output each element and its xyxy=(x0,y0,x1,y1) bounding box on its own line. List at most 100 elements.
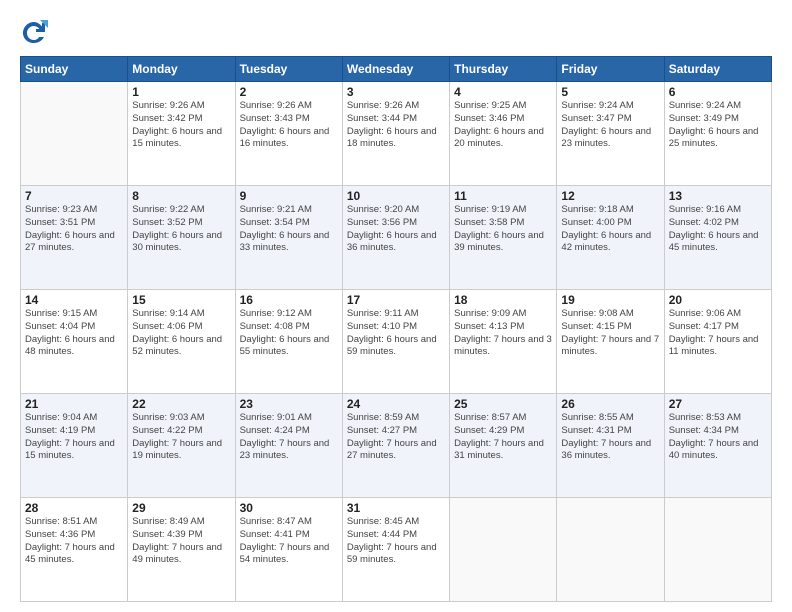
calendar-cell: 12Sunrise: 9:18 AMSunset: 4:00 PMDayligh… xyxy=(557,186,664,290)
calendar-cell: 21Sunrise: 9:04 AMSunset: 4:19 PMDayligh… xyxy=(21,394,128,498)
calendar-cell: 7Sunrise: 9:23 AMSunset: 3:51 PMDaylight… xyxy=(21,186,128,290)
calendar-cell xyxy=(21,82,128,186)
day-info: Sunrise: 9:03 AMSunset: 4:22 PMDaylight:… xyxy=(132,412,230,463)
day-number: 12 xyxy=(561,189,659,203)
calendar-cell: 31Sunrise: 8:45 AMSunset: 4:44 PMDayligh… xyxy=(342,498,449,602)
day-number: 1 xyxy=(132,85,230,99)
day-info: Sunrise: 9:26 AMSunset: 3:44 PMDaylight:… xyxy=(347,100,445,151)
calendar-week-3: 14Sunrise: 9:15 AMSunset: 4:04 PMDayligh… xyxy=(21,290,772,394)
day-info: Sunrise: 9:04 AMSunset: 4:19 PMDaylight:… xyxy=(25,412,123,463)
calendar-cell: 24Sunrise: 8:59 AMSunset: 4:27 PMDayligh… xyxy=(342,394,449,498)
calendar-cell: 14Sunrise: 9:15 AMSunset: 4:04 PMDayligh… xyxy=(21,290,128,394)
day-info: Sunrise: 9:15 AMSunset: 4:04 PMDaylight:… xyxy=(25,308,123,359)
calendar-week-1: 1Sunrise: 9:26 AMSunset: 3:42 PMDaylight… xyxy=(21,82,772,186)
calendar-cell: 2Sunrise: 9:26 AMSunset: 3:43 PMDaylight… xyxy=(235,82,342,186)
calendar-cell: 13Sunrise: 9:16 AMSunset: 4:02 PMDayligh… xyxy=(664,186,771,290)
day-info: Sunrise: 8:55 AMSunset: 4:31 PMDaylight:… xyxy=(561,412,659,463)
day-number: 16 xyxy=(240,293,338,307)
day-info: Sunrise: 9:24 AMSunset: 3:49 PMDaylight:… xyxy=(669,100,767,151)
day-number: 5 xyxy=(561,85,659,99)
day-number: 3 xyxy=(347,85,445,99)
calendar-header-row: SundayMondayTuesdayWednesdayThursdayFrid… xyxy=(21,57,772,82)
day-number: 15 xyxy=(132,293,230,307)
column-header-monday: Monday xyxy=(128,57,235,82)
page: SundayMondayTuesdayWednesdayThursdayFrid… xyxy=(0,0,792,612)
calendar-week-4: 21Sunrise: 9:04 AMSunset: 4:19 PMDayligh… xyxy=(21,394,772,498)
column-header-sunday: Sunday xyxy=(21,57,128,82)
day-info: Sunrise: 9:23 AMSunset: 3:51 PMDaylight:… xyxy=(25,204,123,255)
day-number: 18 xyxy=(454,293,552,307)
day-number: 22 xyxy=(132,397,230,411)
day-number: 8 xyxy=(132,189,230,203)
day-number: 25 xyxy=(454,397,552,411)
calendar-cell: 8Sunrise: 9:22 AMSunset: 3:52 PMDaylight… xyxy=(128,186,235,290)
column-header-friday: Friday xyxy=(557,57,664,82)
day-info: Sunrise: 8:51 AMSunset: 4:36 PMDaylight:… xyxy=(25,516,123,567)
calendar-week-2: 7Sunrise: 9:23 AMSunset: 3:51 PMDaylight… xyxy=(21,186,772,290)
calendar-cell: 30Sunrise: 8:47 AMSunset: 4:41 PMDayligh… xyxy=(235,498,342,602)
day-info: Sunrise: 9:06 AMSunset: 4:17 PMDaylight:… xyxy=(669,308,767,359)
day-info: Sunrise: 9:26 AMSunset: 3:42 PMDaylight:… xyxy=(132,100,230,151)
day-number: 24 xyxy=(347,397,445,411)
day-info: Sunrise: 8:59 AMSunset: 4:27 PMDaylight:… xyxy=(347,412,445,463)
day-info: Sunrise: 9:20 AMSunset: 3:56 PMDaylight:… xyxy=(347,204,445,255)
day-info: Sunrise: 9:01 AMSunset: 4:24 PMDaylight:… xyxy=(240,412,338,463)
calendar-cell xyxy=(450,498,557,602)
calendar-cell: 1Sunrise: 9:26 AMSunset: 3:42 PMDaylight… xyxy=(128,82,235,186)
day-info: Sunrise: 9:25 AMSunset: 3:46 PMDaylight:… xyxy=(454,100,552,151)
calendar-cell: 11Sunrise: 9:19 AMSunset: 3:58 PMDayligh… xyxy=(450,186,557,290)
calendar-cell: 3Sunrise: 9:26 AMSunset: 3:44 PMDaylight… xyxy=(342,82,449,186)
calendar-cell: 28Sunrise: 8:51 AMSunset: 4:36 PMDayligh… xyxy=(21,498,128,602)
calendar-cell xyxy=(557,498,664,602)
header xyxy=(20,18,772,46)
day-number: 20 xyxy=(669,293,767,307)
column-header-tuesday: Tuesday xyxy=(235,57,342,82)
calendar-week-5: 28Sunrise: 8:51 AMSunset: 4:36 PMDayligh… xyxy=(21,498,772,602)
day-number: 17 xyxy=(347,293,445,307)
day-number: 9 xyxy=(240,189,338,203)
calendar-cell: 17Sunrise: 9:11 AMSunset: 4:10 PMDayligh… xyxy=(342,290,449,394)
day-info: Sunrise: 8:53 AMSunset: 4:34 PMDaylight:… xyxy=(669,412,767,463)
day-number: 21 xyxy=(25,397,123,411)
calendar-cell: 19Sunrise: 9:08 AMSunset: 4:15 PMDayligh… xyxy=(557,290,664,394)
calendar-cell: 10Sunrise: 9:20 AMSunset: 3:56 PMDayligh… xyxy=(342,186,449,290)
day-number: 28 xyxy=(25,501,123,515)
calendar-cell xyxy=(664,498,771,602)
day-info: Sunrise: 9:26 AMSunset: 3:43 PMDaylight:… xyxy=(240,100,338,151)
calendar-cell: 16Sunrise: 9:12 AMSunset: 4:08 PMDayligh… xyxy=(235,290,342,394)
day-info: Sunrise: 9:22 AMSunset: 3:52 PMDaylight:… xyxy=(132,204,230,255)
day-number: 26 xyxy=(561,397,659,411)
calendar-cell: 29Sunrise: 8:49 AMSunset: 4:39 PMDayligh… xyxy=(128,498,235,602)
day-info: Sunrise: 9:16 AMSunset: 4:02 PMDaylight:… xyxy=(669,204,767,255)
calendar-table: SundayMondayTuesdayWednesdayThursdayFrid… xyxy=(20,56,772,602)
day-info: Sunrise: 9:12 AMSunset: 4:08 PMDaylight:… xyxy=(240,308,338,359)
day-number: 31 xyxy=(347,501,445,515)
calendar-cell: 4Sunrise: 9:25 AMSunset: 3:46 PMDaylight… xyxy=(450,82,557,186)
day-info: Sunrise: 9:18 AMSunset: 4:00 PMDaylight:… xyxy=(561,204,659,255)
calendar-cell: 5Sunrise: 9:24 AMSunset: 3:47 PMDaylight… xyxy=(557,82,664,186)
day-number: 4 xyxy=(454,85,552,99)
day-info: Sunrise: 9:19 AMSunset: 3:58 PMDaylight:… xyxy=(454,204,552,255)
calendar-cell: 27Sunrise: 8:53 AMSunset: 4:34 PMDayligh… xyxy=(664,394,771,498)
calendar-cell: 23Sunrise: 9:01 AMSunset: 4:24 PMDayligh… xyxy=(235,394,342,498)
calendar-cell: 9Sunrise: 9:21 AMSunset: 3:54 PMDaylight… xyxy=(235,186,342,290)
day-info: Sunrise: 8:47 AMSunset: 4:41 PMDaylight:… xyxy=(240,516,338,567)
day-number: 27 xyxy=(669,397,767,411)
day-number: 30 xyxy=(240,501,338,515)
day-info: Sunrise: 9:09 AMSunset: 4:13 PMDaylight:… xyxy=(454,308,552,359)
calendar-cell: 22Sunrise: 9:03 AMSunset: 4:22 PMDayligh… xyxy=(128,394,235,498)
day-number: 13 xyxy=(669,189,767,203)
logo xyxy=(20,18,52,46)
calendar-cell: 26Sunrise: 8:55 AMSunset: 4:31 PMDayligh… xyxy=(557,394,664,498)
calendar-cell: 6Sunrise: 9:24 AMSunset: 3:49 PMDaylight… xyxy=(664,82,771,186)
day-info: Sunrise: 9:21 AMSunset: 3:54 PMDaylight:… xyxy=(240,204,338,255)
day-number: 10 xyxy=(347,189,445,203)
day-number: 11 xyxy=(454,189,552,203)
day-number: 23 xyxy=(240,397,338,411)
day-info: Sunrise: 9:11 AMSunset: 4:10 PMDaylight:… xyxy=(347,308,445,359)
calendar-cell: 18Sunrise: 9:09 AMSunset: 4:13 PMDayligh… xyxy=(450,290,557,394)
column-header-thursday: Thursday xyxy=(450,57,557,82)
calendar-cell: 15Sunrise: 9:14 AMSunset: 4:06 PMDayligh… xyxy=(128,290,235,394)
calendar-cell: 25Sunrise: 8:57 AMSunset: 4:29 PMDayligh… xyxy=(450,394,557,498)
day-info: Sunrise: 9:08 AMSunset: 4:15 PMDaylight:… xyxy=(561,308,659,359)
